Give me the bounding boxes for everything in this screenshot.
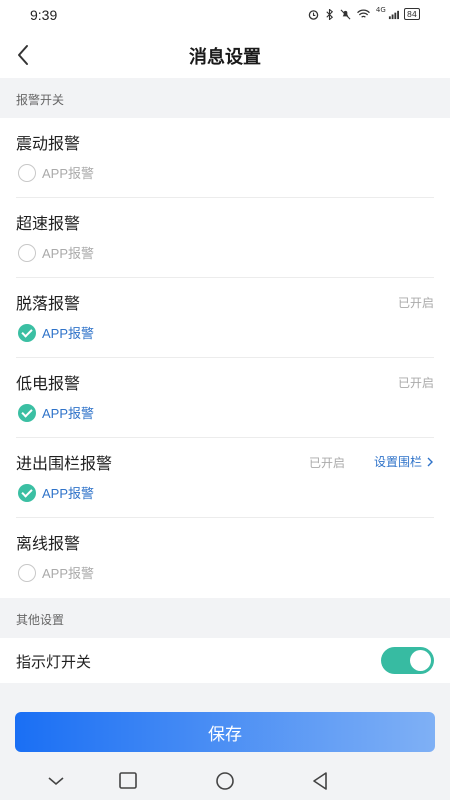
checkbox-label: APP报警 — [42, 486, 95, 501]
mute-icon — [340, 9, 351, 19]
checkbox-label: APP报警 — [42, 406, 95, 421]
alarm-item-low-battery: 低电报警 已开启 APP报警 — [0, 358, 450, 438]
checked-circle-icon — [18, 483, 36, 502]
status-time: 9:39 — [30, 7, 58, 23]
checkbox-label: APP报警 — [42, 246, 95, 261]
toggle-label: 指示灯开关 — [16, 653, 92, 671]
alarm-item-fence: 进出围栏报警 已开启 设置围栏 APP报警 — [0, 438, 450, 518]
alarm-item-speeding: 超速报警 APP报警 — [0, 198, 450, 278]
section-header-alarm: 报警开关 — [0, 78, 450, 118]
alarm-title: 超速报警 — [16, 214, 81, 233]
page-title: 消息设置 — [189, 47, 261, 68]
system-nav-bar — [0, 762, 450, 800]
battery-icon: 84 — [403, 8, 420, 20]
section-title-alarm: 报警开关 — [16, 93, 65, 107]
recent-apps-icon[interactable] — [116, 770, 140, 792]
set-fence-link[interactable]: 设置围栏 — [374, 453, 434, 470]
alarm-status: 已开启 — [397, 296, 434, 310]
app-alarm-checkbox[interactable]: APP报警 — [18, 563, 94, 582]
status-bar: 9:39 4G 84 — [0, 0, 450, 32]
nav-bar: 消息设置 — [0, 32, 450, 78]
indicator-light-toggle[interactable] — [381, 647, 434, 674]
chevron-right-icon — [427, 457, 433, 466]
alarm-status: 已开启 — [308, 456, 345, 470]
alarm-title: 脱落报警 — [16, 294, 81, 313]
unchecked-circle-icon — [18, 163, 36, 182]
alarm-list: 震动报警 APP报警 超速报警 APP报警 脱落报警 已开启 APP报警 低电报… — [0, 118, 450, 598]
signal-icon — [388, 10, 399, 19]
alarm-item-vibration: 震动报警 APP报警 — [0, 118, 450, 198]
battery-level: 84 — [406, 9, 417, 19]
bluetooth-icon — [326, 8, 333, 20]
back-triangle-icon[interactable] — [308, 770, 332, 792]
wifi-icon — [357, 8, 370, 18]
save-button[interactable]: 保存 — [15, 712, 435, 752]
section-title-other: 其他设置 — [16, 613, 65, 627]
alarm-title: 进出围栏报警 — [16, 454, 113, 473]
checked-circle-icon — [18, 323, 36, 342]
indicator-light-row: 指示灯开关 — [0, 638, 450, 683]
checkbox-label: APP报警 — [42, 326, 95, 341]
checkbox-label: APP报警 — [42, 166, 95, 181]
checked-circle-icon — [18, 403, 36, 422]
set-fence-label: 设置围栏 — [373, 455, 422, 469]
unchecked-circle-icon — [18, 243, 36, 262]
alarm-icon — [308, 9, 319, 20]
network-type: 4G — [375, 6, 386, 14]
checkbox-label: APP报警 — [42, 566, 95, 581]
section-header-other: 其他设置 — [0, 598, 450, 638]
app-alarm-checkbox[interactable]: APP报警 — [18, 163, 94, 182]
alarm-title: 离线报警 — [16, 534, 81, 553]
alarm-item-offline: 离线报警 APP报警 — [0, 518, 450, 598]
toggle-knob — [410, 650, 431, 671]
alarm-status: 已开启 — [397, 376, 434, 390]
chevron-down-icon[interactable] — [44, 770, 68, 792]
app-alarm-checkbox[interactable]: APP报警 — [18, 403, 94, 422]
alarm-item-detach: 脱落报警 已开启 APP报警 — [0, 278, 450, 358]
unchecked-circle-icon — [18, 563, 36, 582]
alarm-title: 震动报警 — [16, 134, 81, 153]
app-alarm-checkbox[interactable]: APP报警 — [18, 483, 94, 502]
app-alarm-checkbox[interactable]: APP报警 — [18, 323, 94, 342]
alarm-title: 低电报警 — [16, 374, 81, 393]
app-alarm-checkbox[interactable]: APP报警 — [18, 243, 94, 262]
status-icons: 4G 84 — [308, 6, 420, 20]
home-icon[interactable] — [213, 770, 237, 792]
